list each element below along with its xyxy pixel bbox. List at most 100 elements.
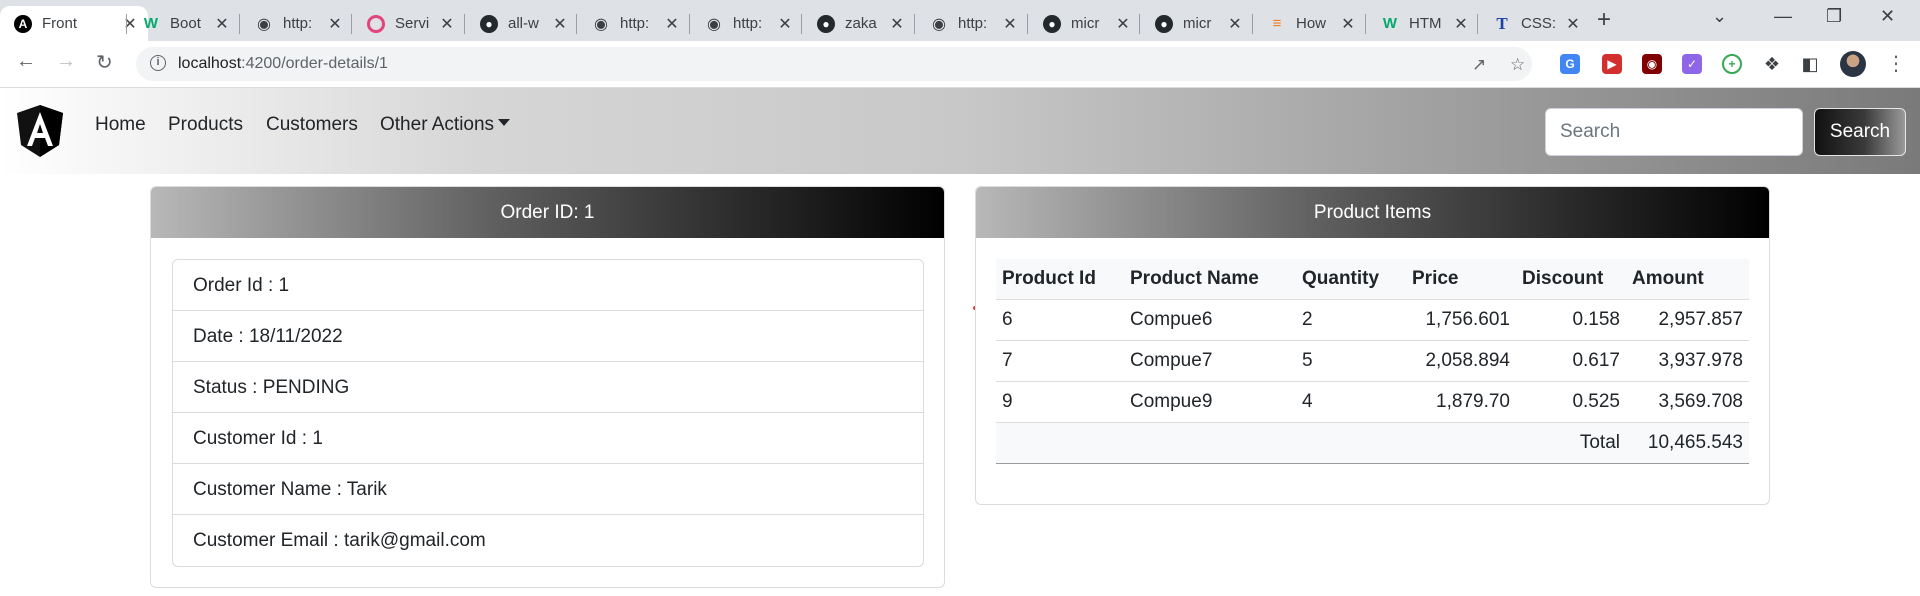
new-tab-button[interactable]: + [1597,6,1611,34]
search-input[interactable] [1545,108,1803,156]
cell-price: 1,879.70 [1406,381,1516,423]
minimize-icon[interactable]: — [1774,6,1792,27]
tab-separator [1477,14,1478,34]
tab-close-icon[interactable]: ✕ [777,14,793,34]
tab-close-icon[interactable]: ✕ [1340,14,1356,34]
browser-tab[interactable]: ● zaka ✕ [803,6,915,41]
cell-amount: 3,569.708 [1626,381,1749,423]
tab-title: http: [620,15,650,32]
tab-close-icon[interactable]: ✕ [1227,14,1243,34]
col-discount: Discount [1516,259,1626,300]
tab-close-icon[interactable]: ✕ [214,14,230,34]
detail-customer-name: Customer Name : Tarik [173,464,923,515]
angular-logo[interactable] [15,103,65,159]
cell-product-id: 7 [996,340,1124,382]
back-icon[interactable]: ← [16,50,36,73]
caret-down-icon [498,119,511,126]
tab-close-icon[interactable]: ✕ [889,14,905,34]
extension-red-icon[interactable]: ▶ [1602,54,1622,74]
browser-tab[interactable]: Servi ✕ [353,6,465,41]
tab-close-icon[interactable]: ✕ [327,14,343,34]
tab-title: all-w [508,15,539,32]
empty-cell [1296,421,1406,464]
cell-quantity: 4 [1296,381,1406,423]
tab-title: http: [733,15,763,32]
search-button[interactable]: Search [1814,108,1906,156]
tab-title: HTM [1409,15,1442,32]
cell-product-name: Compue7 [1124,340,1296,382]
cell-product-id: 6 [996,299,1124,341]
stackoverflow-icon: ≡ [1272,15,1282,32]
github-icon: ● [1043,14,1061,33]
bookmark-star-icon[interactable]: ☆ [1510,55,1525,75]
cell-discount: 0.525 [1516,381,1626,423]
google-translate-icon[interactable]: G [1560,54,1580,74]
tab-close-icon[interactable]: ✕ [1115,14,1131,34]
detail-customer-id: Customer Id : 1 [173,413,923,464]
tab-search-icon[interactable]: ⌄ [1712,6,1727,27]
site-info-icon[interactable]: i [150,55,166,71]
cell-price: 2,058.894 [1406,340,1516,382]
circle-logo-icon [367,14,385,33]
ublock-icon[interactable]: ◉ [1642,54,1662,74]
browser-tab[interactable]: ◉ http: ✕ [578,6,690,41]
close-window-icon[interactable]: ✕ [1880,6,1895,27]
nav-products[interactable]: Products [168,114,243,136]
tab-close-icon[interactable]: ✕ [1002,14,1018,34]
tab-close-icon[interactable]: ✕ [439,14,455,34]
cell-quantity: 2 [1296,299,1406,341]
cell-product-name: Compue6 [1124,299,1296,341]
tab-separator [464,14,465,34]
browser-tab[interactable]: W Boot ✕ [128,6,240,41]
nav-customers[interactable]: Customers [266,114,358,136]
profile-avatar[interactable] [1840,51,1866,77]
nav-other-actions-dropdown[interactable]: Other Actions [380,114,511,136]
browser-tab[interactable]: ● all-w ✕ [466,6,578,41]
forward-icon[interactable]: → [56,50,76,73]
total-value: 10,465.543 [1626,421,1749,464]
col-quantity: Quantity [1296,259,1406,300]
browser-tab[interactable]: ≡ How ✕ [1254,6,1366,41]
browser-tab[interactable]: ● micr ✕ [1141,6,1253,41]
puzzle-icon[interactable]: ❖ [1762,54,1782,74]
tab-title: How [1296,15,1327,32]
browser-tab[interactable]: ◉ http: ✕ [691,6,803,41]
col-price: Price [1406,259,1516,300]
side-panel-icon[interactable]: ◧ [1800,54,1820,74]
tab-close-icon[interactable]: ✕ [552,14,568,34]
globe-icon: ◉ [707,15,721,33]
tab-title: http: [958,15,988,32]
tab-close-icon[interactable]: ✕ [1453,14,1469,34]
tab-title: Front [42,15,78,32]
add-extension-icon[interactable]: + [1722,54,1742,74]
browser-tab[interactable]: ◉ http: ✕ [916,6,1028,41]
reload-icon[interactable]: ↻ [96,50,113,75]
tab-separator [351,14,352,34]
tab-title: CSS: [1521,15,1557,32]
restore-icon[interactable]: ❐ [1826,6,1842,27]
globe-icon: ◉ [257,15,271,33]
tab-separator [1027,14,1028,34]
tab-title: micr [1183,15,1212,32]
table-row: 7 Compue7 5 2,058.894 0.617 3,937.978 [996,340,1749,382]
browser-tab[interactable]: ● micr ✕ [1029,6,1141,41]
col-product-name: Product Name [1124,259,1296,300]
browser-tab[interactable]: ◉ http: ✕ [241,6,353,41]
tab-separator [239,14,240,34]
browser-tab[interactable]: W HTM ✕ [1367,6,1479,41]
browser-menu-icon[interactable]: ⋮ [1886,51,1906,76]
cell-amount: 2,957.857 [1626,299,1749,341]
share-icon[interactable]: ↗ [1472,55,1486,75]
browser-tab[interactable]: T CSS: ✕ [1479,6,1591,41]
tab-title: micr [1071,15,1100,32]
tab-close-icon[interactable]: ✕ [1565,14,1581,34]
checkmark-extension-icon[interactable]: ✓ [1682,54,1702,74]
tab-close-icon[interactable]: ✕ [664,14,680,34]
col-amount: Amount [1626,259,1749,300]
tab-separator [1365,14,1366,34]
angular-icon: A [14,14,32,33]
address-bar[interactable]: i localhost:4200/order-details/1 ↗ ☆ [136,47,1532,81]
cell-product-name: Compue9 [1124,381,1296,423]
cell-amount: 3,937.978 [1626,340,1749,382]
nav-home[interactable]: Home [95,114,146,136]
